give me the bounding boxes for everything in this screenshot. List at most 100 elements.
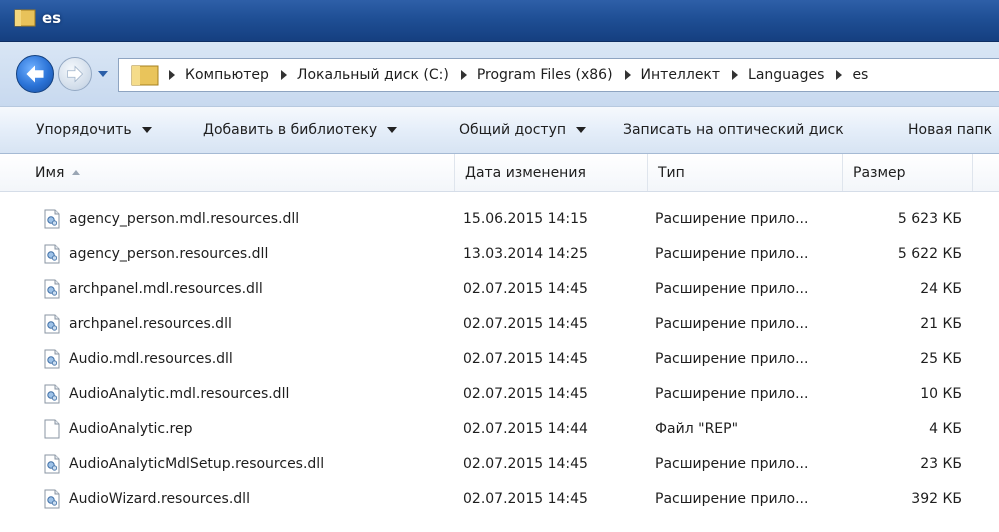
dll-file-icon: [43, 489, 61, 509]
file-type: Файл "REP": [655, 421, 739, 437]
chevron-down-icon: [576, 127, 587, 133]
file-type: Расширение прило...: [655, 386, 809, 402]
recent-pages-dropdown[interactable]: [96, 69, 110, 79]
file-size: 4 КБ: [929, 421, 962, 437]
file-name-cell[interactable]: Audio.mdl.resources.dll: [43, 342, 453, 376]
file-size: 24 КБ: [920, 281, 962, 297]
file-size: 10 КБ: [920, 386, 962, 402]
forward-button[interactable]: [58, 57, 92, 91]
file-row[interactable]: agency_person.resources.dll 13.03.2014 14…: [0, 237, 999, 271]
breadcrumb-item[interactable]: Компьютер: [169, 67, 269, 83]
new-folder-button[interactable]: Новая папк: [908, 107, 999, 153]
file-type: Расширение прило...: [655, 456, 809, 472]
file-size: 23 КБ: [920, 456, 962, 472]
address-bar[interactable]: Компьютер Локальный диск (C:) Program Fi…: [118, 58, 999, 92]
file-date: 02.07.2015 14:45: [463, 281, 588, 297]
column-header-name[interactable]: Имя: [25, 154, 455, 191]
chevron-right-icon[interactable]: [280, 70, 287, 80]
file-date: 02.07.2015 14:45: [463, 316, 588, 332]
dll-file-icon: [43, 384, 61, 404]
column-header-date[interactable]: Дата изменения: [455, 154, 648, 191]
arrow-left-icon: [26, 65, 44, 83]
chevron-right-icon[interactable]: [836, 70, 843, 80]
file-name: AudioAnalytic.rep: [69, 421, 193, 437]
breadcrumb-item[interactable]: Languages: [732, 67, 824, 83]
dll-file-icon: [43, 454, 61, 474]
file-row[interactable]: archpanel.mdl.resources.dll 02.07.2015 14…: [0, 272, 999, 306]
folder-icon: [131, 65, 159, 86]
breadcrumb-item[interactable]: Program Files (x86): [460, 67, 613, 83]
file-row[interactable]: Audio.mdl.resources.dll 02.07.2015 14:45 Р…: [0, 342, 999, 376]
file-date: 02.07.2015 14:45: [463, 351, 588, 367]
file-name: AudioAnalyticMdlSetup.resources.dll: [69, 456, 325, 472]
file-type: Расширение прило...: [655, 351, 809, 367]
file-size: 392 КБ: [911, 491, 962, 507]
file-list: agency_person.mdl.resources.dll 15.06.201…: [0, 200, 999, 532]
file-name: AudioWizard.resources.dll: [69, 491, 250, 507]
file-name: archpanel.mdl.resources.dll: [69, 281, 263, 297]
file-name-cell[interactable]: agency_person.mdl.resources.dll: [43, 202, 453, 236]
column-header-row: Имя Дата изменения Тип Размер: [0, 154, 999, 192]
file-row[interactable]: AudioWizard.resources.dll 02.07.2015 14:4…: [0, 482, 999, 516]
file-row[interactable]: agency_person.mdl.resources.dll 15.06.201…: [0, 202, 999, 236]
back-button[interactable]: [16, 55, 54, 93]
file-name: agency_person.resources.dll: [69, 246, 269, 262]
chevron-down-icon: [141, 127, 152, 133]
file-type: Расширение прило...: [655, 246, 809, 262]
file-name: agency_person.mdl.resources.dll: [69, 211, 300, 227]
chevron-down-icon: [387, 127, 398, 133]
organize-button[interactable]: Упорядочить: [36, 107, 152, 153]
file-date: 02.07.2015 14:45: [463, 491, 588, 507]
command-bar: Упорядочить Добавить в библиотеку Общий …: [0, 106, 999, 154]
file-name-cell[interactable]: archpanel.mdl.resources.dll: [43, 272, 453, 306]
chevron-right-icon[interactable]: [169, 70, 175, 80]
breadcrumb-item[interactable]: es: [836, 67, 868, 83]
add-to-library-button[interactable]: Добавить в библиотеку: [203, 107, 398, 153]
file-type: Расширение прило...: [655, 281, 809, 297]
dll-file-icon: [43, 314, 61, 334]
dll-file-icon: [43, 279, 61, 299]
file-date: 02.07.2015 14:45: [463, 386, 588, 402]
file-name-cell[interactable]: agency_person.resources.dll: [43, 237, 453, 271]
file-name-cell[interactable]: AudioAnalyticMdlSetup.resources.dll: [43, 447, 453, 481]
chevron-right-icon[interactable]: [460, 70, 467, 80]
file-row[interactable]: archpanel.resources.dll 02.07.2015 14:45 Р…: [0, 307, 999, 341]
chevron-right-icon[interactable]: [732, 70, 739, 80]
file-type: Расширение прило...: [655, 316, 809, 332]
dll-file-icon: [43, 244, 61, 264]
file-row[interactable]: AudioAnalyticMdlSetup.resources.dll 02.07…: [0, 447, 999, 481]
breadcrumb: Компьютер Локальный диск (C:) Program Fi…: [169, 59, 880, 91]
file-size: 5 622 КБ: [897, 246, 962, 262]
file-date: 02.07.2015 14:44: [463, 421, 588, 437]
breadcrumb-item[interactable]: Интеллект: [624, 67, 720, 83]
file-name-cell[interactable]: archpanel.resources.dll: [43, 307, 453, 341]
navigation-bar: Компьютер Локальный диск (C:) Program Fi…: [0, 42, 999, 106]
file-name: AudioAnalytic.mdl.resources.dll: [69, 386, 290, 402]
chevron-right-icon[interactable]: [624, 70, 631, 80]
file-size: 21 КБ: [920, 316, 962, 332]
file-row[interactable]: AudioAnalytic.rep 02.07.2015 14:44 Файл "R…: [0, 412, 999, 446]
file-size: 5 623 КБ: [897, 211, 962, 227]
file-row[interactable]: AudioAnalytic.mdl.resources.dll 02.07.201…: [0, 377, 999, 411]
file-name-cell[interactable]: AudioAnalytic.rep: [43, 412, 453, 446]
dll-file-icon: [43, 209, 61, 229]
file-size: 25 КБ: [920, 351, 962, 367]
share-button[interactable]: Общий доступ: [459, 107, 587, 153]
file-name: Audio.mdl.resources.dll: [69, 351, 233, 367]
file-name-cell[interactable]: AudioAnalytic.mdl.resources.dll: [43, 377, 453, 411]
column-header-type[interactable]: Тип: [648, 154, 843, 191]
breadcrumb-item[interactable]: Локальный диск (C:): [280, 67, 449, 83]
file-type: Расширение прило...: [655, 491, 809, 507]
blank-file-icon: [43, 419, 61, 439]
burn-button[interactable]: Записать на оптический диск: [623, 107, 844, 153]
file-date: 02.07.2015 14:45: [463, 456, 588, 472]
dll-file-icon: [43, 349, 61, 369]
window-title: es: [42, 9, 62, 27]
column-header-size[interactable]: Размер: [843, 154, 973, 191]
title-bar[interactable]: es: [0, 0, 999, 42]
folder-icon: [14, 9, 36, 27]
file-date: 13.03.2014 14:25: [463, 246, 588, 262]
arrow-right-icon: [67, 65, 84, 83]
file-name-cell[interactable]: AudioWizard.resources.dll: [43, 482, 453, 516]
sort-ascending-icon: [72, 170, 81, 175]
